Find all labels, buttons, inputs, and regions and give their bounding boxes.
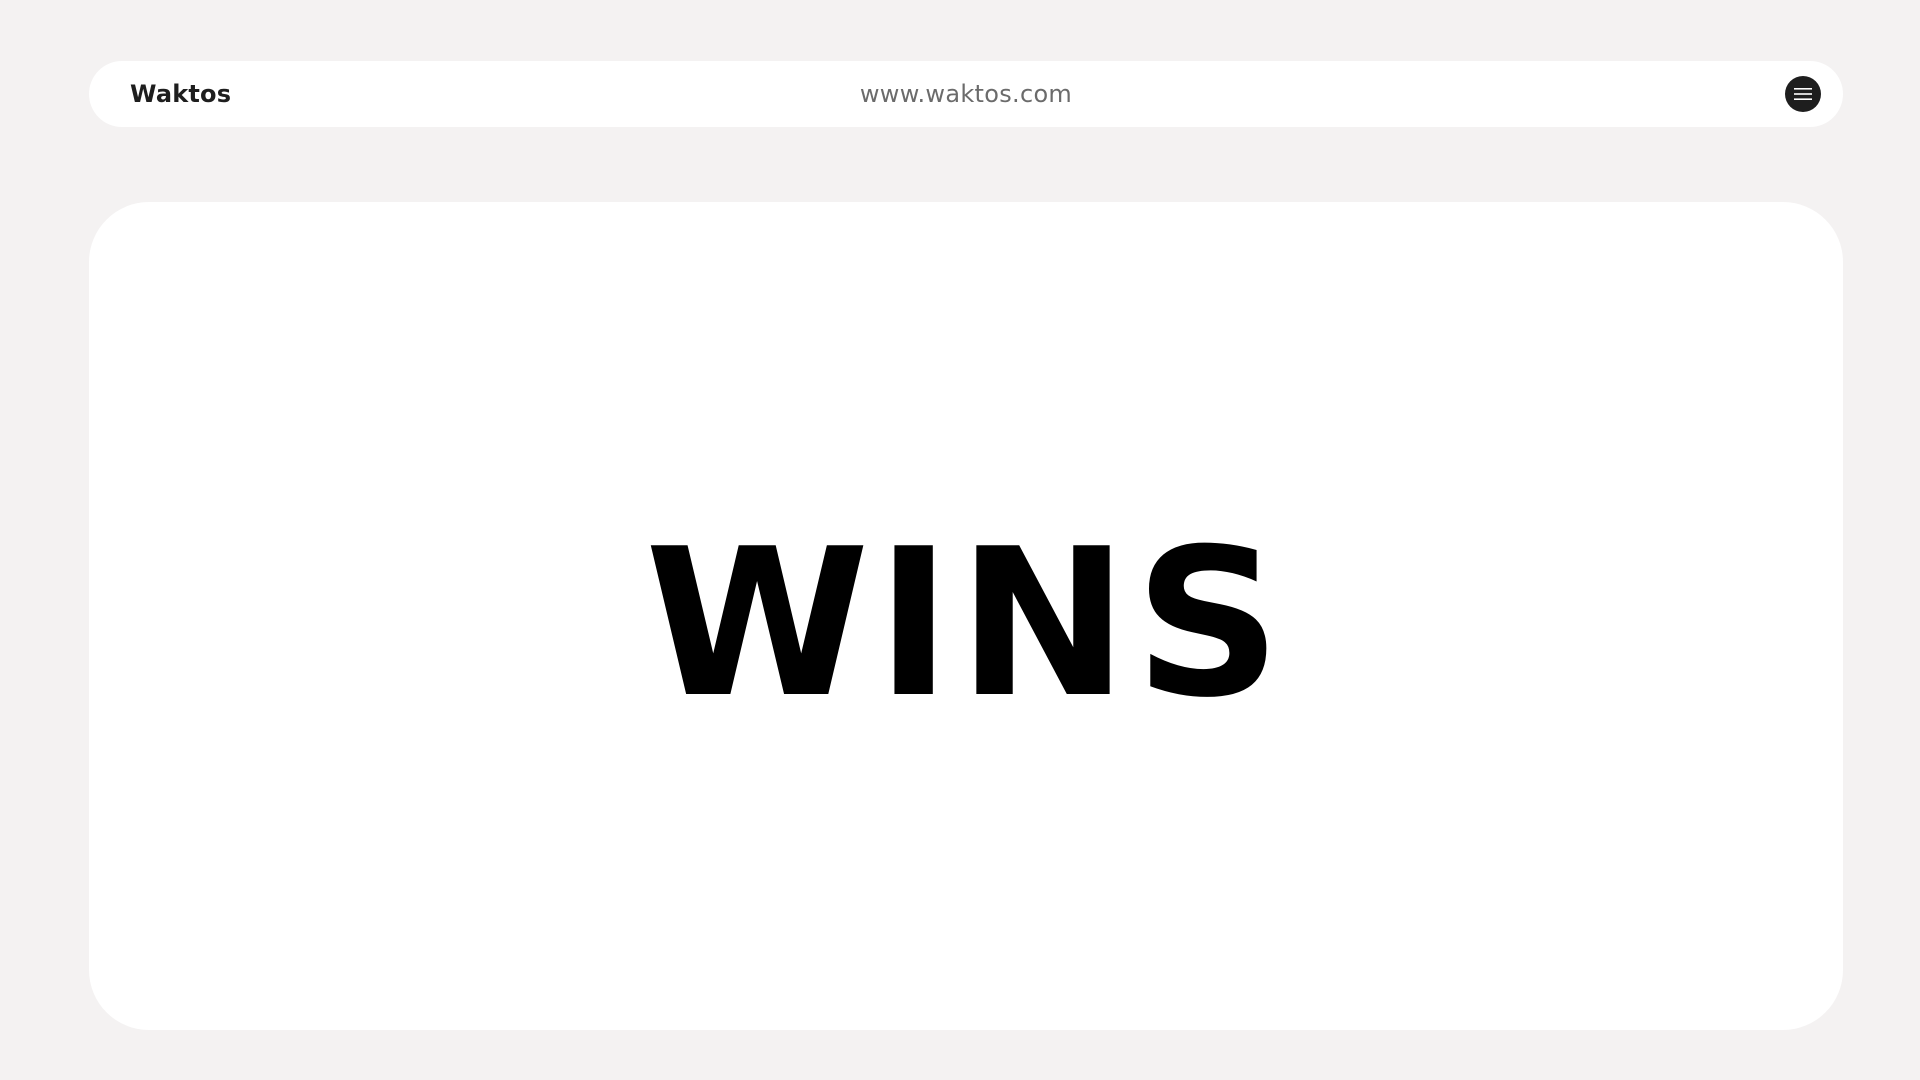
top-bar: Waktos www.waktos.com: [89, 61, 1843, 127]
hero-headline: WINS: [644, 506, 1288, 743]
site-url: www.waktos.com: [859, 80, 1073, 108]
hero-card: WINS: [89, 202, 1843, 1030]
page: Waktos www.waktos.com WINS: [0, 0, 1920, 1080]
hamburger-menu-icon: [1794, 88, 1812, 100]
menu-button[interactable]: [1785, 76, 1821, 112]
